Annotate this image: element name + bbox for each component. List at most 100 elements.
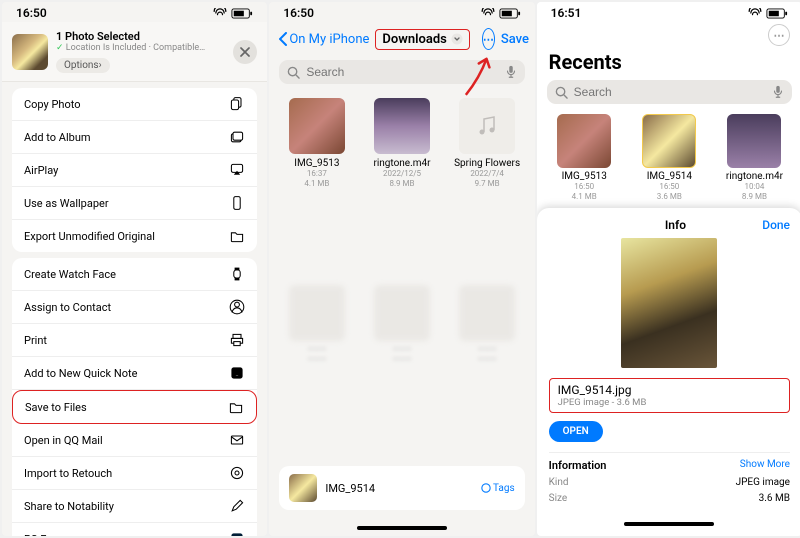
print-icon [229,332,245,348]
status-indicators [481,8,521,19]
files-back-button[interactable]: On My iPhone [279,32,369,47]
file-thumbnail [459,98,515,154]
more-icon: ⋯ [483,33,494,46]
close-button[interactable] [233,40,257,64]
share-sheet-screen: 16:50 1 Photo Selected ✓ Location Is Inc… [2,2,267,536]
save-button[interactable]: Save [501,32,529,47]
file-name: IMG_9514 [632,171,707,182]
filename: IMG_9514.jpg [558,383,781,397]
mic-icon[interactable] [772,85,784,99]
show-more-button[interactable]: Show More [740,459,790,472]
action-airplay[interactable]: AirPlay [12,154,257,187]
action-label: Add to Album [24,131,91,144]
more-button[interactable]: ⋯ [768,24,790,46]
open-button[interactable]: OPEN [549,421,603,442]
info-value: 3.6 MB [759,493,790,504]
file-meta: 16:504.1 MB [547,182,622,203]
action-copy-photo[interactable]: Copy Photo [12,88,257,121]
albums-icon [229,129,245,145]
save-item-bar[interactable]: IMG_9514 Tags [279,466,524,510]
search-input[interactable] [574,85,766,99]
file-thumbnail [557,114,611,168]
watch-icon [229,266,245,282]
share-thumbnail [12,34,48,70]
airplay-icon [229,162,245,178]
info-rows: KindJPEG imageSize3.6 MB [549,472,790,504]
share-title-wrap: 1 Photo Selected ✓ Location Is Included … [56,30,225,73]
save-item-name: IMG_9514 [325,482,473,495]
action-label: Print [24,334,47,347]
info-sheet: Info Done IMG_9514.jpg JPEG image - 3.6 … [537,208,800,536]
status-indicators [213,8,253,19]
folder-title[interactable]: Downloads [375,29,469,50]
file-meta: 16:503.6 MB [632,182,707,203]
action-label: AirPlay [24,164,58,177]
more-icon: ⋯ [773,29,784,42]
status-bar: 16:50 [2,2,267,22]
action-export-unmodified-original[interactable]: Export Unmodified Original [12,220,257,252]
action-share-to-notability[interactable]: Share to Notability [12,490,257,523]
action-label: Create Watch Face [24,268,116,281]
recents-grid: IMG_951316:504.1 MBIMG_951416:503.6 MBri… [537,108,800,205]
chevron-right-icon: › [99,60,102,71]
action-label: Open in QQ Mail [24,434,103,447]
home-indicator[interactable] [357,526,447,530]
action-label: Import to Retouch [24,467,112,480]
status-bar: 16:50 [269,2,534,22]
file-tile[interactable]: Spring Flowers2022/7/49.7 MB [450,98,525,275]
action-open-in-qq-mail[interactable]: Open in QQ Mail [12,424,257,457]
action-assign-to-contact[interactable]: Assign to Contact [12,291,257,324]
svg-text:܅: ܅ [235,369,239,378]
info-header: Info Done [549,216,790,238]
files-save-screen: 16:50 On My iPhone Downloads ⋯ Save IMG_… [269,2,534,536]
files-header: On My iPhone Downloads ⋯ Save [269,22,534,56]
recents-tile[interactable]: ringtone.m4r10:048.9 MB [717,114,792,203]
action-add-to-album[interactable]: Add to Album [12,121,257,154]
file-name: IMG_9513 [279,158,354,169]
share-options-button[interactable]: Options › [56,58,110,73]
tag-icon [481,483,491,493]
file-thumbnail [727,114,781,168]
action-print[interactable]: Print [12,324,257,357]
action-use-as-wallpaper[interactable]: Use as Wallpaper [12,187,257,220]
info-preview [621,238,717,368]
more-button[interactable]: ⋯ [482,28,495,50]
file-tile-blurred: —————— [450,285,525,451]
mic-icon[interactable] [505,65,517,79]
recents-title: Recents [537,46,800,76]
search-bar[interactable] [279,60,524,84]
action-add-to-new-quick-note[interactable]: Add to New Quick Note ܅ [12,357,257,390]
search-bar[interactable] [547,80,792,104]
action-create-watch-face[interactable]: Create Watch Face [12,258,257,291]
status-time: 16:50 [283,6,314,20]
chevron-left-icon [279,32,287,46]
recents-tile[interactable]: IMG_951416:503.6 MB [632,114,707,203]
info-row: KindJPEG image [549,472,790,488]
files-grid: IMG_951316:374.1 MBringtone.m4r2022/12/5… [269,88,534,460]
tags-button[interactable]: Tags [481,483,515,494]
save-item-thumbnail [289,474,317,502]
file-tile[interactable]: IMG_951316:374.1 MB [279,98,354,275]
action-import-to-retouch[interactable]: Import to Retouch [12,457,257,490]
action-ps-express[interactable]: PS ExpressPs [12,523,257,536]
wallpaper-icon [229,195,245,211]
action-label: Use as Wallpaper [24,197,109,210]
action-save-to-files[interactable]: Save to Files [12,390,257,424]
file-thumbnail [289,98,345,154]
file-name: ringtone.m4r [364,158,439,169]
search-input[interactable] [306,65,498,79]
action-label: Add to New Quick Note [24,367,137,380]
home-indicator[interactable] [624,522,714,526]
file-name: ringtone.m4r [717,171,792,182]
folder-icon [228,399,244,415]
file-tile[interactable]: ringtone.m4r2022/12/58.9 MB [364,98,439,275]
status-indicators [748,8,788,19]
done-button[interactable]: Done [762,218,790,232]
search-icon [287,66,300,79]
info-section-header: Information Show More [549,452,790,472]
status-time: 16:51 [551,6,582,20]
info-key: Kind [549,477,569,488]
status-bar: 16:51 [537,2,800,22]
recents-tile[interactable]: IMG_951316:504.1 MB [547,114,622,203]
mail-icon [229,432,245,448]
